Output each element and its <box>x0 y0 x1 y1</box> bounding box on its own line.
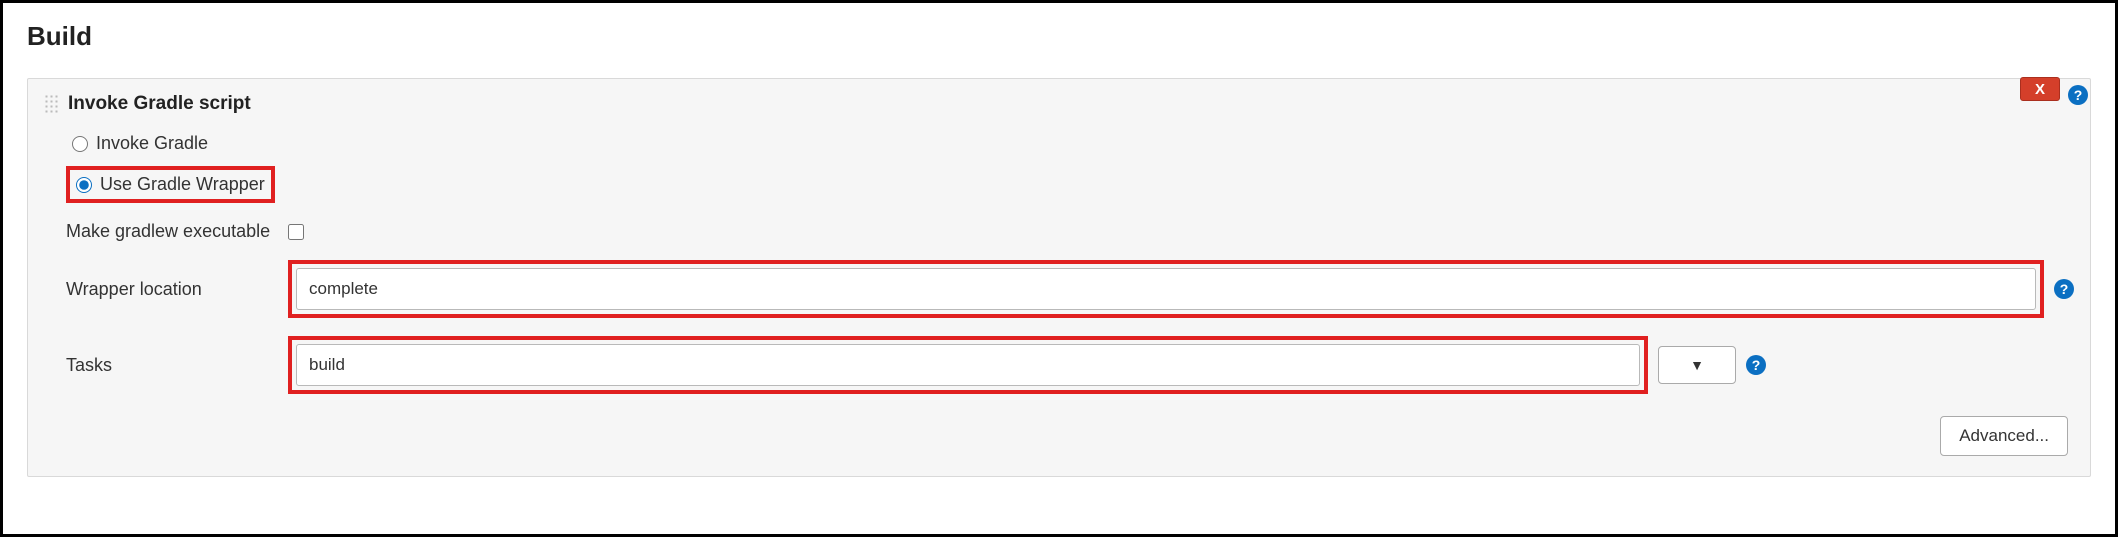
tasks-input-wrap <box>288 336 1648 394</box>
drag-handle-icon[interactable] <box>44 94 58 114</box>
tasks-label: Tasks <box>66 355 288 376</box>
radio-invoke-gradle-input[interactable] <box>72 136 88 152</box>
gradle-mode-radio-group: Invoke Gradle Use Gradle Wrapper <box>66 129 275 203</box>
radio-invoke-gradle[interactable]: Invoke Gradle <box>66 129 275 158</box>
panel-title: Invoke Gradle script <box>68 93 251 115</box>
radio-use-wrapper-label: Use Gradle Wrapper <box>100 174 265 195</box>
tasks-input[interactable] <box>296 344 1640 386</box>
radio-use-wrapper-input[interactable] <box>76 177 92 193</box>
expand-tasks-button[interactable]: ▼ <box>1658 346 1736 384</box>
make-executable-label: Make gradlew executable <box>66 221 288 242</box>
radio-invoke-gradle-label: Invoke Gradle <box>96 133 208 154</box>
help-icon[interactable]: ? <box>1746 355 1766 375</box>
row-tasks: Tasks ▼ ? <box>66 336 2074 394</box>
section-heading: Build <box>27 21 2091 52</box>
panel-body: Invoke Gradle Use Gradle Wrapper Make gr… <box>44 129 2074 456</box>
make-executable-checkbox[interactable] <box>288 224 304 240</box>
advanced-button[interactable]: Advanced... <box>1940 416 2068 456</box>
row-make-executable: Make gradlew executable <box>66 221 2074 242</box>
gradle-build-step-panel: Invoke Gradle script X ? Invoke Gradle U… <box>27 78 2091 477</box>
wrapper-location-input[interactable] <box>296 268 2036 310</box>
advanced-row: Advanced... <box>66 416 2074 456</box>
tasks-trailing: ▼ ? <box>1658 346 1766 384</box>
radio-use-wrapper[interactable]: Use Gradle Wrapper <box>66 166 275 203</box>
wrapper-location-label: Wrapper location <box>66 279 288 300</box>
panel-header: Invoke Gradle script <box>44 93 2074 115</box>
help-icon[interactable]: ? <box>2068 85 2088 105</box>
build-section-frame: Build Invoke Gradle script X ? Invoke Gr… <box>0 0 2118 537</box>
wrapper-location-input-wrap <box>288 260 2044 318</box>
help-icon[interactable]: ? <box>2054 279 2074 299</box>
row-wrapper-location: Wrapper location ? <box>66 260 2074 318</box>
wrapper-location-trailing: ? <box>2054 279 2074 299</box>
chevron-down-icon: ▼ <box>1690 357 1704 373</box>
delete-step-button[interactable]: X <box>2020 77 2060 101</box>
